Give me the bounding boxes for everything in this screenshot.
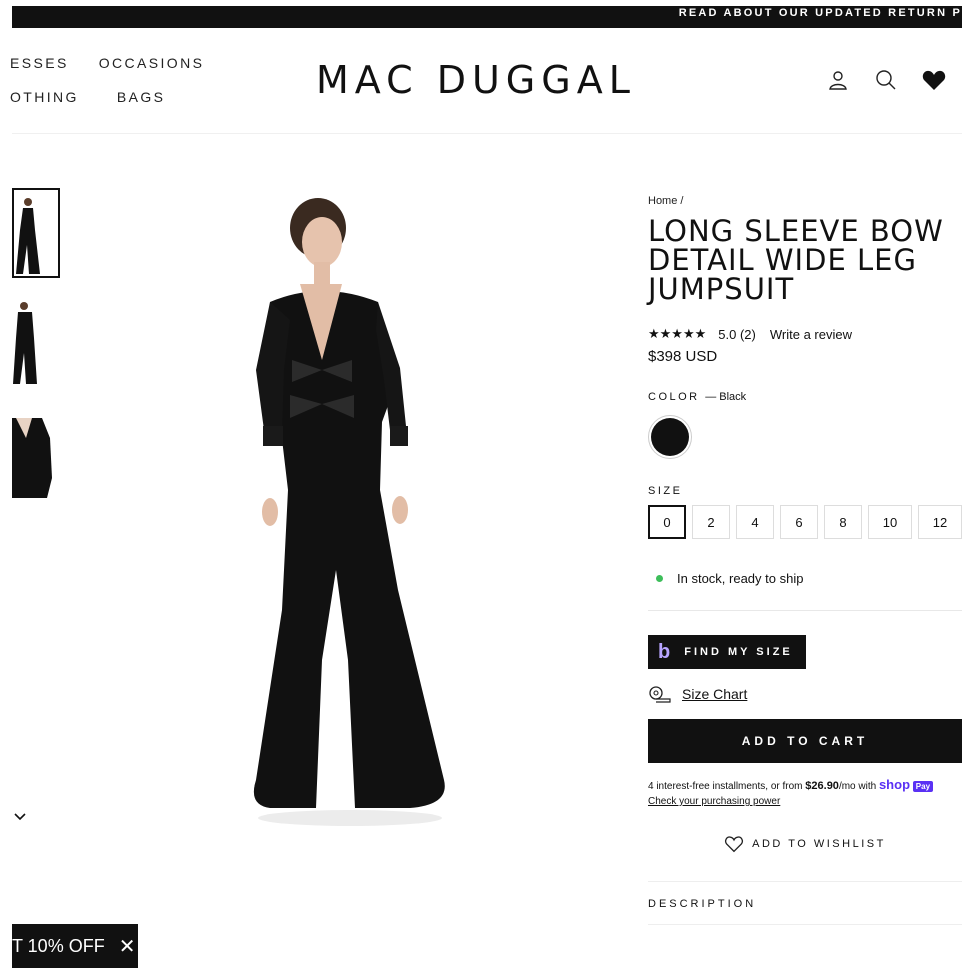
- breadcrumb[interactable]: Home /: [648, 195, 962, 207]
- nav-dresses[interactable]: ESSES: [10, 55, 69, 89]
- color-label-text: COLOR: [648, 391, 700, 403]
- write-review-link[interactable]: Write a review: [770, 327, 852, 342]
- thumbnail-3[interactable]: [12, 408, 60, 498]
- size-chart-label: Size Chart: [682, 686, 748, 702]
- installments-info: 4 interest-free installments, or from $2…: [648, 777, 962, 809]
- product-price: $398 USD: [648, 348, 718, 365]
- announcement-text[interactable]: READ ABOUT OUR UPDATED RETURN P: [679, 6, 962, 20]
- header-icons: [826, 68, 946, 92]
- installments-amount: $26.90: [805, 780, 839, 792]
- color-swatch-black[interactable]: [648, 415, 692, 459]
- shop-pay-logo: shop: [878, 777, 911, 792]
- color-label: COLOR — Black: [648, 391, 962, 403]
- nav-clothing[interactable]: OTHING: [10, 89, 79, 123]
- heart-icon[interactable]: [922, 68, 946, 92]
- divider: [648, 610, 962, 611]
- installments-text: 4 interest-free installments, or from: [648, 781, 803, 792]
- size-option-10[interactable]: 10: [868, 505, 912, 539]
- find-my-size-button[interactable]: b FIND MY SIZE: [648, 635, 806, 669]
- size-option-4[interactable]: 4: [736, 505, 774, 539]
- star-rating-icon[interactable]: ★★★★★: [648, 326, 706, 342]
- announcement-bar[interactable]: READ ABOUT OUR UPDATED RETURN P: [12, 6, 962, 28]
- size-option-2[interactable]: 2: [692, 505, 730, 539]
- purchasing-power-link[interactable]: Check your purchasing power: [648, 794, 962, 809]
- stock-text: In stock, ready to ship: [677, 571, 804, 586]
- thumbnail-1[interactable]: [12, 188, 60, 278]
- installments-suffix: /mo with: [838, 781, 877, 792]
- nav-bags[interactable]: BAGS: [117, 89, 166, 123]
- nav-occasions[interactable]: OCCASIONS: [99, 55, 205, 89]
- discount-popup-tab[interactable]: T 10% OFF ✕: [12, 924, 138, 968]
- measuring-tape-icon: [649, 686, 671, 703]
- bold-b-icon: b: [658, 640, 671, 663]
- in-stock-dot-icon: [656, 575, 663, 582]
- stock-status: In stock, ready to ship: [648, 571, 962, 586]
- product-title: LONG SLEEVE BOW DETAIL WIDE LEG JUMPSUIT: [648, 214, 944, 306]
- size-label: SIZE: [648, 485, 683, 497]
- thumbnail-2[interactable]: [12, 298, 60, 388]
- wishlist-label: ADD TO WISHLIST: [752, 838, 886, 850]
- search-icon[interactable]: [874, 68, 898, 92]
- size-option-12[interactable]: 12: [918, 505, 962, 539]
- product-info-panel: Home / LONG SLEEVE BOW DETAIL WIDE LEG J…: [648, 195, 962, 925]
- header-divider: [12, 133, 962, 134]
- find-my-size-label: FIND MY SIZE: [684, 646, 793, 658]
- size-option-8[interactable]: 8: [824, 505, 862, 539]
- divider-2: [648, 924, 962, 925]
- discount-text[interactable]: T 10% OFF: [12, 936, 105, 957]
- rating-value[interactable]: 5.0 (2): [718, 327, 756, 342]
- size-selector: 0 2 4 6 8 10 12: [648, 505, 962, 539]
- add-to-cart-button[interactable]: ADD TO CART: [648, 719, 962, 763]
- account-icon[interactable]: [826, 68, 850, 92]
- close-icon[interactable]: ✕: [119, 934, 136, 959]
- size-option-0[interactable]: 0: [648, 505, 686, 539]
- add-to-wishlist-button[interactable]: ADD TO WISHLIST: [648, 835, 962, 853]
- brand-logo[interactable]: MAC DUGGAL: [316, 58, 636, 102]
- shop-pay-badge: Pay: [912, 781, 934, 792]
- size-option-6[interactable]: 6: [780, 505, 818, 539]
- product-image[interactable]: [230, 190, 470, 830]
- thumbnail-gallery: [12, 188, 60, 518]
- main-nav: ESSES OCCASIONS OTHING BAGS: [10, 55, 205, 123]
- description-accordion[interactable]: DESCRIPTION: [648, 881, 962, 910]
- color-value: — Black: [705, 391, 747, 403]
- size-chart-link[interactable]: Size Chart: [648, 685, 962, 703]
- heart-outline-icon: [725, 836, 744, 853]
- rating-row: ★★★★★ 5.0 (2) Write a review: [648, 326, 962, 342]
- chevron-down-icon[interactable]: [14, 808, 26, 824]
